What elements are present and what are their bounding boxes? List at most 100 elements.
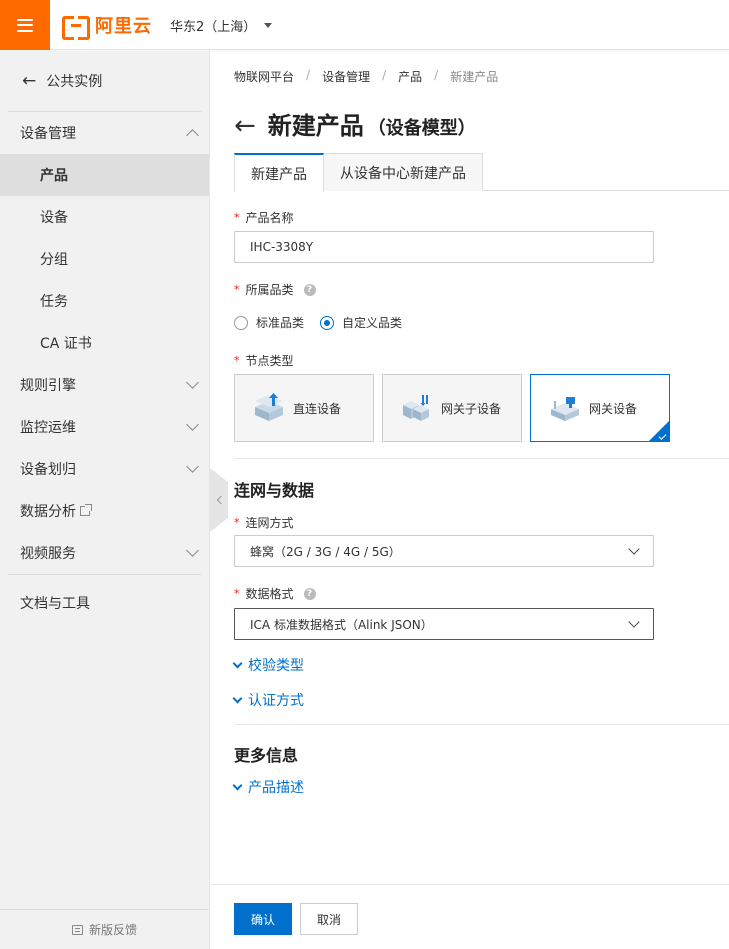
sidebar-item-label: 文档与工具 — [20, 596, 90, 612]
sidebar-group-label: 监控运维 — [20, 420, 76, 436]
sidebar-item-task[interactable]: 任务 — [0, 280, 209, 322]
brand-logo[interactable]: 阿里云 — [62, 14, 152, 40]
sidebar-group-device-management[interactable]: 设备管理 — [0, 112, 209, 154]
node-type-label: * 节点类型 — [234, 352, 294, 369]
hamburger-menu-button[interactable] — [0, 0, 50, 50]
radio-button-checked[interactable] — [320, 315, 335, 330]
verify-type-toggle[interactable]: 校验类型 — [232, 655, 304, 675]
page-header: ← 新建产品 （设备模型） — [234, 106, 476, 141]
radio-custom-category[interactable]: 自定义品类 — [320, 314, 402, 331]
node-card-direct-device[interactable]: 直连设备 — [234, 374, 374, 442]
sidebar-item-device[interactable]: 设备 — [0, 196, 209, 238]
radio-button[interactable] — [234, 315, 248, 330]
chevron-down-icon — [628, 615, 640, 628]
auth-method-toggle[interactable]: 认证方式 — [232, 690, 304, 710]
chevron-up-icon — [186, 129, 199, 142]
sidebar-item-product[interactable]: 产品 — [0, 154, 209, 196]
breadcrumb-current: 新建产品 — [450, 70, 499, 84]
sidebar-item-label: 分组 — [40, 252, 68, 268]
confirm-button[interactable]: 确认 — [234, 903, 292, 935]
required-mark: * — [234, 211, 240, 224]
field-label: 产品名称 — [245, 211, 294, 225]
chevron-left-icon — [216, 495, 226, 505]
tab-from-device-center[interactable]: 从设备中心新建产品 — [324, 153, 483, 191]
cancel-button[interactable]: 取消 — [300, 903, 358, 935]
help-icon[interactable]: ? — [303, 283, 316, 296]
page-subtitle: （设备模型） — [367, 118, 476, 139]
caret-down-icon — [264, 23, 273, 28]
region-selector[interactable]: 华东2（上海） — [170, 16, 273, 35]
field-label: 数据格式 — [245, 587, 294, 601]
sidebar-group-label: 规则引擎 — [20, 378, 76, 394]
sidebar-group-video-service[interactable]: 视频服务 — [0, 532, 209, 574]
sidebar-collapse-handle[interactable] — [210, 468, 228, 532]
top-bar: 阿里云 华东2（上海） — [0, 0, 729, 50]
node-card-gateway-device[interactable]: 网关设备 — [530, 374, 670, 442]
tab-label: 新建产品 — [251, 166, 307, 183]
direct-device-icon — [255, 393, 283, 421]
product-name-input[interactable]: IHC-3308Y — [234, 231, 654, 263]
network-method-select[interactable]: 蜂窝（2G / 3G / 4G / 5G） — [234, 535, 654, 567]
data-format-select[interactable]: ICA 标准数据格式（Alink JSON） — [234, 608, 654, 640]
toggle-label: 认证方式 — [248, 693, 304, 709]
feedback-label: 新版反馈 — [88, 923, 137, 937]
field-label: 所属品类 — [245, 283, 294, 297]
required-mark: * — [234, 587, 240, 600]
sidebar-group-monitoring[interactable]: 监控运维 — [0, 406, 209, 448]
radio-standard-category[interactable]: 标准品类 — [234, 314, 304, 331]
breadcrumb-item[interactable]: 设备管理 — [322, 68, 370, 85]
sidebar-group-label: 设备划归 — [20, 462, 76, 478]
breadcrumb-separator: / — [434, 68, 439, 82]
section-title-network: 连网与数据 — [234, 481, 315, 500]
category-label: * 所属品类 ? — [234, 281, 316, 298]
chevron-down-icon — [186, 418, 199, 431]
chevron-down-icon — [232, 780, 243, 790]
chevron-down-icon — [186, 376, 199, 389]
chevron-down-icon — [232, 693, 243, 703]
network-method-label: * 连网方式 — [234, 514, 294, 531]
required-mark: * — [234, 354, 240, 367]
radio-label: 自定义品类 — [342, 316, 403, 330]
page-title: 新建产品 — [267, 112, 364, 140]
required-mark: * — [234, 516, 240, 529]
toggle-label: 校验类型 — [248, 658, 304, 674]
tab-new-product[interactable]: 新建产品 — [234, 153, 324, 192]
sidebar-item-group[interactable]: 分组 — [0, 238, 209, 280]
breadcrumb-separator: / — [382, 68, 387, 82]
tab-bar: 新建产品 从设备中心新建产品 — [234, 153, 729, 192]
breadcrumb-item[interactable]: 产品 — [398, 68, 422, 85]
sidebar: ← 公共实例 设备管理 产品 设备 分组 任务 CA 证书 规则引擎 监控运维 … — [0, 51, 210, 949]
feedback-link[interactable]: 新版反馈 — [0, 909, 209, 949]
node-card-label: 直连设备 — [293, 401, 342, 416]
node-card-label: 网关设备 — [589, 401, 638, 416]
brand-name: 阿里云 — [95, 16, 152, 37]
help-icon[interactable]: ? — [303, 587, 316, 600]
sidebar-group-data-analysis[interactable]: 数据分析 — [0, 490, 209, 532]
sidebar-item-label: 产品 — [40, 168, 68, 184]
toggle-label: 产品描述 — [248, 780, 304, 796]
sidebar-group-label: 视频服务 — [20, 546, 76, 562]
sidebar-item-label: CA 证书 — [40, 336, 92, 352]
select-value: ICA 标准数据格式（Alink JSON） — [250, 617, 433, 632]
breadcrumb-item[interactable]: 物联网平台 — [234, 68, 294, 85]
field-label: 连网方式 — [245, 516, 294, 530]
sidebar-group-rule-engine[interactable]: 规则引擎 — [0, 364, 209, 406]
input-value: IHC-3308Y — [250, 240, 314, 254]
product-desc-toggle[interactable]: 产品描述 — [232, 777, 304, 797]
back-arrow-icon[interactable]: ← — [234, 113, 256, 139]
section-divider — [234, 724, 729, 725]
gateway-device-icon — [551, 397, 579, 421]
radio-label: 标准品类 — [256, 316, 305, 330]
node-card-gateway-sub-device[interactable]: 网关子设备 — [382, 374, 522, 442]
back-to-instance-link[interactable]: ← 公共实例 — [0, 51, 209, 111]
section-divider — [234, 458, 729, 459]
sidebar-item-ca-cert[interactable]: CA 证书 — [0, 322, 209, 364]
sidebar-group-label: 设备管理 — [20, 126, 76, 142]
chevron-down-icon — [186, 460, 199, 473]
section-title-more-info: 更多信息 — [234, 746, 299, 765]
form-footer: 确认 取消 — [210, 884, 729, 949]
sidebar-group-device-assign[interactable]: 设备划归 — [0, 448, 209, 490]
sidebar-item-docs-tools[interactable]: 文档与工具 — [0, 575, 209, 631]
sidebar-group-label: 数据分析 — [20, 504, 76, 520]
product-name-label: * 产品名称 — [234, 209, 294, 226]
